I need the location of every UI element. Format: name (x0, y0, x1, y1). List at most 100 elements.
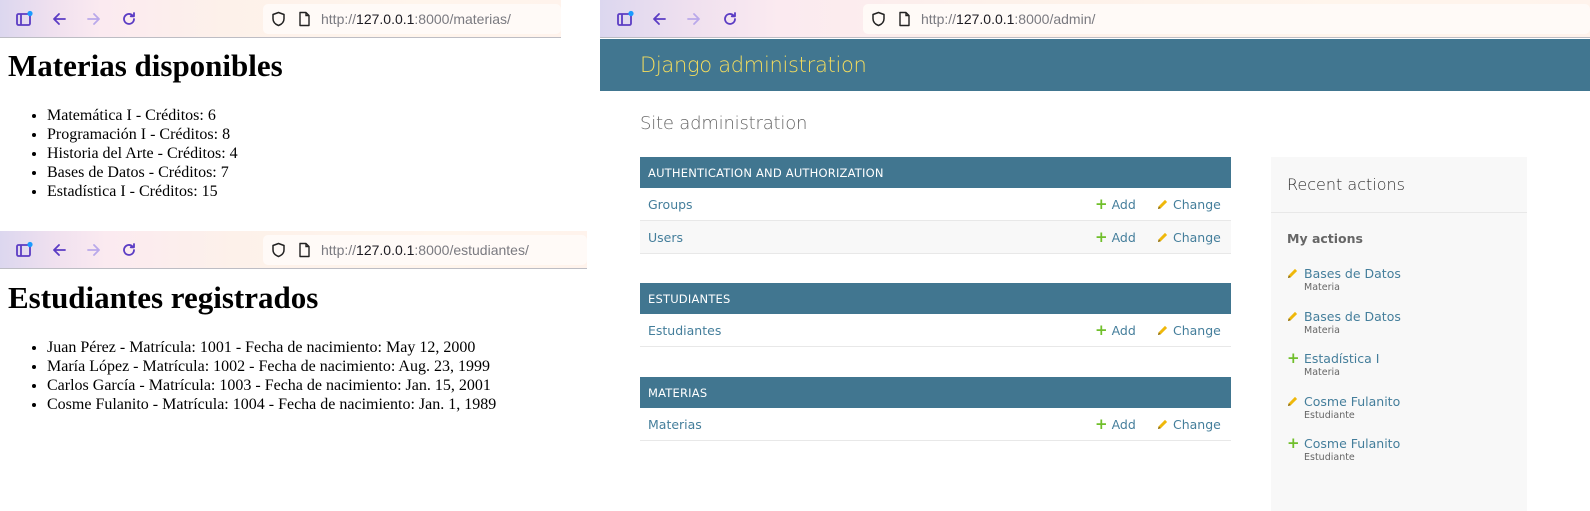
list-item: Programación I - Créditos: 8 (47, 125, 238, 144)
recent-action-link[interactable]: Estadística I (1304, 351, 1379, 366)
model-link[interactable]: Estudiantes (648, 323, 721, 338)
url-text[interactable]: http://127.0.0.1:8000/materias/ (321, 11, 511, 27)
add-link[interactable]: + Add (1095, 320, 1136, 339)
change-label: Change (1173, 416, 1221, 432)
site-brand-link[interactable]: Django administration (640, 53, 867, 77)
reload-icon[interactable] (719, 8, 741, 30)
plus-icon: + (1287, 348, 1300, 367)
tracking-protection-shield-icon[interactable] (271, 11, 286, 27)
recent-action-item: + Estadística I Materia (1287, 350, 1517, 378)
model-link[interactable]: Groups (648, 197, 693, 212)
tracking-protection-shield-icon[interactable] (271, 242, 286, 258)
url-scheme: http:// (321, 242, 357, 258)
url-text[interactable]: http://127.0.0.1:8000/estudiantes/ (321, 242, 529, 258)
recent-action-link[interactable]: Bases de Datos (1304, 309, 1401, 324)
browser-toolbar: http://127.0.0.1:8000/estudiantes/ (0, 231, 587, 269)
pencil-icon (1157, 199, 1168, 210)
sidebar-toggle-icon[interactable] (614, 8, 636, 30)
recent-actions-panel: Recent actions My actions Bases de Datos… (1271, 157, 1527, 511)
browser-toolbar: http://127.0.0.1:8000/materias/ (0, 0, 561, 38)
pencil-icon (1287, 311, 1304, 322)
plus-icon: + (1287, 433, 1300, 452)
back-icon[interactable] (648, 8, 670, 30)
add-link[interactable]: + Add (1095, 229, 1136, 245)
admin-header: Django administration (600, 39, 1590, 91)
page-info-icon[interactable] (898, 11, 911, 27)
model-link[interactable]: Users (648, 230, 683, 245)
recent-action-link[interactable]: Cosme Fulanito (1304, 436, 1400, 451)
change-link[interactable]: Change (1157, 417, 1221, 432)
url-text[interactable]: http://127.0.0.1:8000/admin/ (921, 11, 1095, 27)
model-row-estudiantes: Estudiantes + Add Change (640, 314, 1231, 347)
recent-action-link[interactable]: Cosme Fulanito (1304, 394, 1400, 409)
content-type-label: Estudiante (1304, 410, 1355, 421)
app-module-materias: MATERIAS Materias + Add Change (640, 377, 1231, 441)
forward-icon[interactable] (83, 8, 105, 30)
module-caption[interactable]: ESTUDIANTES (640, 283, 1231, 314)
model-link[interactable]: Materias (648, 417, 702, 432)
change-link[interactable]: Change (1157, 197, 1221, 212)
model-row-users: Users + Add Change (640, 221, 1231, 254)
forward-icon[interactable] (683, 8, 705, 30)
content-type-label: Estudiante (1304, 452, 1355, 463)
browser-window-admin: http://127.0.0.1:8000/admin/ Django admi… (600, 0, 1590, 511)
recent-action-item: + Cosme Fulanito Estudiante (1287, 435, 1517, 463)
add-label: Add (1111, 322, 1136, 338)
page-heading: Estudiantes registrados (8, 280, 319, 315)
app-module-auth: AUTHENTICATION AND AUTHORIZATION Groups … (640, 157, 1231, 254)
change-label: Change (1173, 322, 1221, 338)
list-item: Bases de Datos - Créditos: 7 (47, 163, 238, 182)
change-label: Change (1173, 196, 1221, 212)
url-path: :8000/materias/ (414, 11, 511, 27)
url-host: 127.0.0.1 (356, 242, 415, 258)
content-type-label: Materia (1304, 325, 1340, 336)
page-info-icon[interactable] (298, 11, 311, 27)
list-item: Estadística I - Créditos: 15 (47, 182, 238, 201)
url-host: 127.0.0.1 (356, 11, 415, 27)
change-link[interactable]: Change (1157, 230, 1221, 245)
sidebar-toggle-icon[interactable] (13, 239, 35, 261)
model-row-groups: Groups + Add Change (640, 188, 1231, 221)
browser-window-materias: http://127.0.0.1:8000/materias/ Materias… (0, 0, 561, 230)
forward-icon[interactable] (83, 239, 105, 261)
plus-icon: + (1095, 320, 1108, 339)
add-link[interactable]: + Add (1095, 196, 1136, 212)
address-bar[interactable]: http://127.0.0.1:8000/materias/ (263, 4, 561, 34)
url-path: :8000/estudiantes/ (414, 242, 529, 258)
content-type-label: Materia (1304, 282, 1340, 293)
address-bar[interactable]: http://127.0.0.1:8000/admin/ (863, 4, 1590, 34)
add-label: Add (1111, 416, 1136, 432)
recent-action-link[interactable]: Bases de Datos (1304, 266, 1401, 281)
list-item: Juan Pérez - Matrícula: 1001 - Fecha de … (47, 338, 496, 357)
reload-icon[interactable] (118, 8, 140, 30)
list-item: María López - Matrícula: 1002 - Fecha de… (47, 357, 496, 376)
page-info-icon[interactable] (298, 242, 311, 258)
list-item: Historia del Arte - Créditos: 4 (47, 144, 238, 163)
page-title: Site administration (640, 113, 808, 134)
tracking-protection-shield-icon[interactable] (871, 11, 886, 27)
model-row-materias: Materias + Add Change (640, 408, 1231, 441)
list-item: Matemática I - Créditos: 6 (47, 106, 238, 125)
estudiantes-list: Juan Pérez - Matrícula: 1001 - Fecha de … (47, 338, 496, 414)
add-label: Add (1111, 196, 1136, 212)
app-module-estudiantes: ESTUDIANTES Estudiantes + Add Change (640, 283, 1231, 347)
sidebar-toggle-icon[interactable] (13, 8, 35, 30)
divider (1271, 212, 1527, 213)
address-bar[interactable]: http://127.0.0.1:8000/estudiantes/ (263, 235, 587, 265)
add-label: Add (1111, 229, 1136, 245)
pencil-icon (1157, 232, 1168, 243)
back-icon[interactable] (48, 8, 70, 30)
module-caption[interactable]: AUTHENTICATION AND AUTHORIZATION (640, 157, 1231, 188)
add-link[interactable]: + Add (1095, 414, 1136, 433)
back-icon[interactable] (48, 239, 70, 261)
change-link[interactable]: Change (1157, 323, 1221, 338)
content-type-label: Materia (1304, 367, 1340, 378)
url-scheme: http:// (921, 11, 957, 27)
recent-action-item: Cosme Fulanito Estudiante (1287, 393, 1517, 421)
module-caption[interactable]: MATERIAS (640, 377, 1231, 408)
pencil-icon (1157, 325, 1168, 336)
url-host: 127.0.0.1 (956, 11, 1015, 27)
plus-icon: + (1095, 414, 1108, 433)
recent-actions-heading: Recent actions (1287, 175, 1405, 194)
reload-icon[interactable] (118, 239, 140, 261)
